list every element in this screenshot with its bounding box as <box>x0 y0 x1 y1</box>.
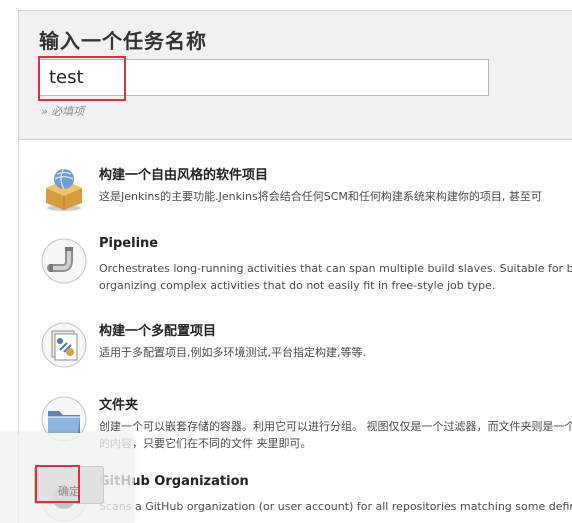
item-description: Orchestrates long-running activities tha… <box>99 262 572 292</box>
item-description: Scans a GitHub organization (or user acc… <box>99 500 572 513</box>
item-name-section: 输入一个任务名称 » 必填项 <box>19 11 572 140</box>
new-item-page: 输入一个任务名称 » 必填项 构建一个自由风格的软件项目 这是Jenkins的主… <box>0 0 572 523</box>
item-title: 构建一个自由风格的软件项目 <box>99 168 269 183</box>
item-name-input[interactable] <box>38 59 489 96</box>
item-description: 创建一个可以嵌套存储的容器。利用它可以进行分组。 视图仅仅是一个过滤器，而文件夹… <box>99 420 572 450</box>
item-title: 文件夹 <box>99 398 139 413</box>
freestyle-project-icon <box>46 168 82 211</box>
item-type-pipeline[interactable]: Pipeline Orchestrates long-running activ… <box>19 227 572 299</box>
ok-button[interactable]: 确定 <box>34 466 104 504</box>
item-title: Pipeline <box>99 236 159 251</box>
required-field-hint: » 必填项 <box>41 105 85 118</box>
item-description: 这是Jenkins的主要功能.Jenkins将会结合任何SCM和任何构建系统来构… <box>99 190 542 203</box>
item-description: 适用于多配置项目,例如多环境测试,平台指定构建,等等. <box>99 346 366 359</box>
item-title: 构建一个多配置项目 <box>99 324 217 339</box>
pipeline-icon <box>41 238 87 284</box>
item-type-multi-config[interactable]: 构建一个多配置项目 适用于多配置项目,例如多环境测试,平台指定构建,等等. <box>19 311 572 383</box>
multi-config-project-icon <box>41 322 87 368</box>
page-title: 输入一个任务名称 <box>39 29 207 53</box>
item-type-freestyle[interactable]: 构建一个自由风格的软件项目 这是Jenkins的主要功能.Jenkins将会结合… <box>19 155 572 227</box>
